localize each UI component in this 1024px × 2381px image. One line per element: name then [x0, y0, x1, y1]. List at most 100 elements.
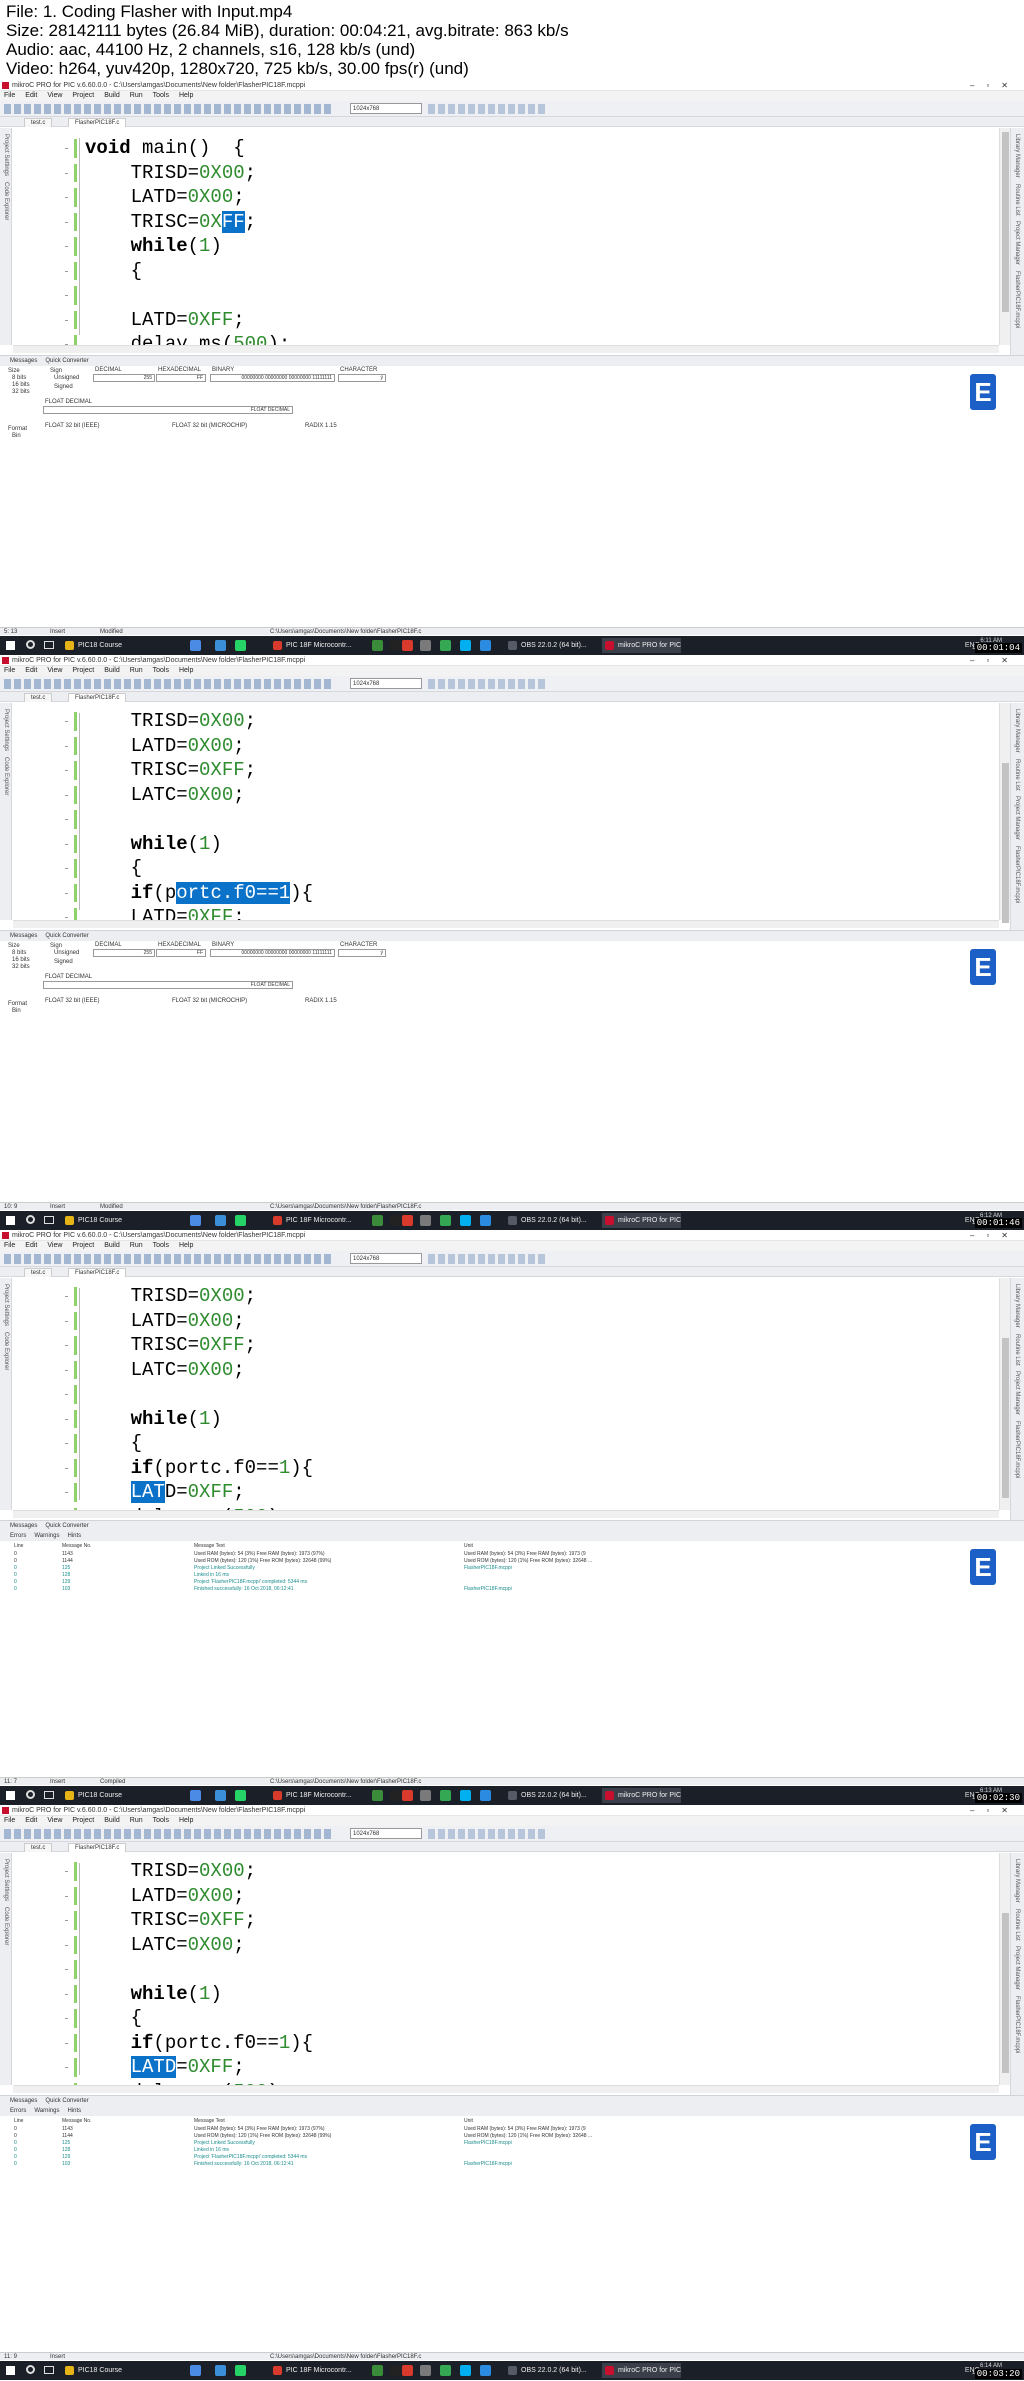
message-row[interactable]: 0 1144 Used ROM (bytes): 120 (1%) Free ROM… [14, 2133, 984, 2140]
search-icon[interactable] [26, 1790, 35, 1799]
editor-vertical-scrollbar[interactable] [999, 1853, 1010, 2085]
code-line[interactable]: if(portc.f0==1){ [85, 2031, 313, 2056]
code-line[interactable]: { [85, 856, 313, 881]
menu-item-build[interactable]: Build [104, 666, 120, 676]
pinned-app-icon[interactable] [420, 2365, 431, 2376]
menu-item-view[interactable]: View [47, 1241, 62, 1251]
window-controls[interactable]: –▫✕ [970, 655, 1020, 666]
toolbar-icons-secondary[interactable] [428, 1254, 548, 1264]
code-line[interactable]: LATD=0X00; [85, 1309, 313, 1334]
pinned-app-icon[interactable] [390, 1215, 401, 1226]
column-header[interactable]: Unit [464, 1543, 473, 1550]
edge-icon[interactable] [215, 640, 226, 651]
code-line[interactable]: while(1) [85, 832, 313, 857]
pinned-app-icon[interactable] [420, 640, 431, 651]
float-decimal-field[interactable]: FLOAT DECIMAL [43, 406, 293, 414]
menu-item-help[interactable]: Help [179, 666, 193, 676]
code-line[interactable]: if(portc.f0==1){ [85, 881, 313, 906]
windows-start-icon[interactable] [6, 641, 15, 650]
pinned-app-icon[interactable] [372, 2365, 383, 2376]
window-controls[interactable]: –▫✕ [970, 1230, 1020, 1241]
side-tab-right-3[interactable]: FlasherPIC18F.mcppi [1014, 271, 1020, 328]
side-tab-right-1[interactable]: Routine List [1014, 759, 1020, 791]
menu-item-tools[interactable]: Tools [153, 91, 169, 101]
pinned-app-icon[interactable] [190, 1790, 201, 1801]
source-code[interactable]: void main() { TRISD=0X00; LATD=0X00; TRI… [85, 136, 290, 345]
menu-item-help[interactable]: Help [179, 1816, 193, 1826]
task-view-icon[interactable] [44, 1216, 54, 1224]
message-row[interactable]: 0 128 Linked in 16 ms [14, 2147, 984, 2154]
code-line[interactable] [85, 807, 313, 832]
skype-icon[interactable] [460, 2365, 471, 2376]
code-line[interactable]: while(1) [85, 234, 290, 259]
taskbar-mikroc[interactable]: mikroC PRO for PIC [602, 638, 682, 653]
panel-tab-0[interactable]: Messages [10, 1521, 37, 1531]
code-line[interactable]: TRISC=0XFF; [85, 210, 290, 235]
taskbar-pic18-course[interactable]: PIC18 Course [62, 2363, 122, 2378]
menu-item-project[interactable]: Project [72, 1816, 94, 1826]
search-icon[interactable] [26, 2365, 35, 2374]
code-line[interactable]: LATD=0XFF; [85, 308, 290, 333]
scroll-thumb[interactable] [1002, 1338, 1009, 1498]
message-row[interactable]: 0 103 Finished successfully: 16 Oct 2018, … [14, 1586, 984, 1593]
window-controls[interactable]: –▫✕ [970, 1805, 1020, 1816]
code-line[interactable]: delay_ms(500); [85, 332, 291, 345]
tab-flasher-c[interactable]: FlasherPIC18F.c [68, 1268, 127, 1277]
message-row[interactable]: 0 129 Project 'FlasherPIC18F.mcppi' comple… [14, 1579, 984, 1586]
side-tab-1[interactable]: Code Explorer [3, 757, 9, 795]
menu-item-tools[interactable]: Tools [153, 666, 169, 676]
char-field[interactable]: ÿ [338, 949, 386, 957]
code-editor[interactable]: TRISD=0X00; LATD=0X00; TRISC=0XFF; LATC=… [13, 703, 999, 920]
code-line[interactable] [85, 283, 290, 308]
menu-item-run[interactable]: Run [130, 1816, 143, 1826]
whatsapp-icon[interactable] [235, 1215, 246, 1226]
scroll-thumb[interactable] [1002, 1913, 1009, 2073]
pinned-app-icon[interactable] [480, 640, 491, 651]
column-header[interactable]: Unit [464, 2118, 473, 2125]
panel-tab-1[interactable]: Quick Converter [45, 1521, 88, 1531]
taskbar-pic18f-microcontroller[interactable]: PIC 18F Microcontr... [270, 1788, 352, 1803]
float-decimal-field[interactable]: FLOAT DECIMAL [43, 981, 293, 989]
windows-start-icon[interactable] [6, 1791, 15, 1800]
code-line[interactable]: { [85, 2006, 313, 2031]
taskbar-obs[interactable]: OBS 22.0.2 (64 bit)... [505, 1788, 587, 1803]
hex-field[interactable]: FF [156, 949, 206, 957]
side-tab-right-0[interactable]: Library Manager [1014, 1284, 1020, 1328]
opera-icon[interactable] [402, 640, 413, 651]
toolbar-icons[interactable] [4, 1829, 334, 1839]
code-line[interactable] [85, 1382, 313, 1407]
binary-field[interactable]: 00000000 00000000 00000000 11111111 [210, 374, 335, 382]
menu-item-tools[interactable]: Tools [153, 1816, 169, 1826]
taskbar-pic18-course[interactable]: PIC18 Course [62, 1788, 122, 1803]
side-tab-right-3[interactable]: FlasherPIC18F.mcppi [1014, 1421, 1020, 1478]
code-line[interactable]: TRISD=0X00; [85, 709, 313, 734]
tab-test-c[interactable]: test.c [24, 693, 53, 702]
code-editor[interactable]: void main() { TRISD=0X00; LATD=0X00; TRI… [13, 128, 999, 345]
pinned-app-icon[interactable] [390, 2365, 401, 2376]
pinned-app-icon[interactable] [372, 640, 383, 651]
binary-field[interactable]: 00000000 00000000 00000000 11111111 [210, 949, 335, 957]
message-row[interactable]: 0 128 Linked in 16 ms [14, 1572, 984, 1579]
editor-horizontal-scrollbar[interactable] [13, 920, 999, 928]
menu-item-build[interactable]: Build [104, 91, 120, 101]
opera-icon[interactable] [402, 2365, 413, 2376]
code-editor[interactable]: TRISD=0X00; LATD=0X00; TRISC=0XFF; LATC=… [13, 1853, 999, 2085]
code-line[interactable]: if(portc.f0==1){ [85, 1456, 313, 1481]
zoom-select[interactable]: 1024x768 [350, 1253, 422, 1264]
scroll-thumb[interactable] [1002, 763, 1009, 923]
side-tab-right-2[interactable]: Project Manager [1014, 796, 1020, 840]
code-line[interactable]: { [85, 259, 290, 284]
taskbar-mikroc[interactable]: mikroC PRO for PIC [602, 1213, 682, 1228]
menu-item-view[interactable]: View [47, 91, 62, 101]
skype-icon[interactable] [460, 640, 471, 651]
taskbar-pic18-course[interactable]: PIC18 Course [62, 1213, 122, 1228]
menu-item-project[interactable]: Project [72, 666, 94, 676]
pinned-app-icon[interactable] [372, 1215, 383, 1226]
menu-item-project[interactable]: Project [72, 1241, 94, 1251]
side-tab-right-2[interactable]: Project Manager [1014, 1946, 1020, 1990]
side-tab-right-3[interactable]: FlasherPIC18F.mcppi [1014, 1996, 1020, 2053]
code-editor[interactable]: TRISD=0X00; LATD=0X00; TRISC=0XFF; LATC=… [13, 1278, 999, 1510]
filter-warnings[interactable]: Warnings [34, 2106, 59, 2116]
toolbar-icons-secondary[interactable] [428, 104, 548, 114]
code-line[interactable]: LATD=0X00; [85, 1884, 313, 1909]
